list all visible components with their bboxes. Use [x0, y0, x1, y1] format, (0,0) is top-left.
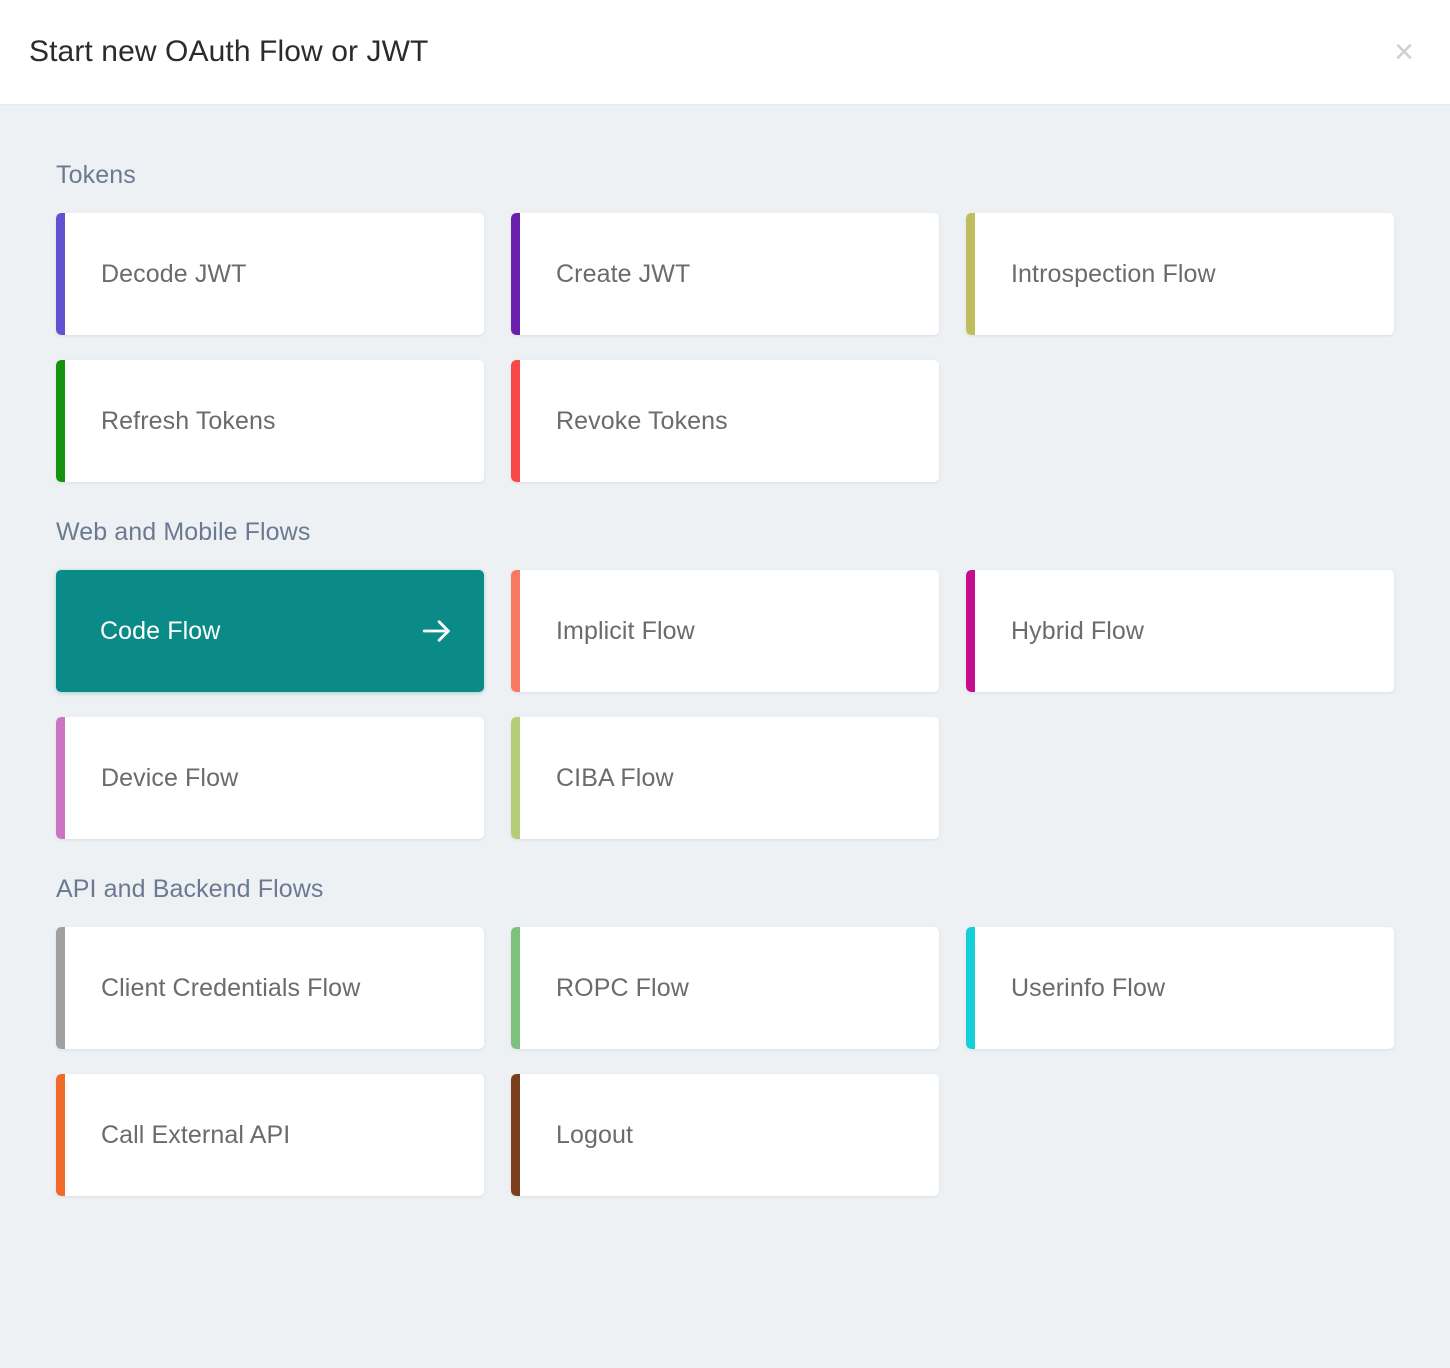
flow-card-label: Call External API — [101, 1121, 290, 1150]
flow-accent-bar — [511, 717, 520, 839]
flow-section: Tokens Decode JWT Create JWT Introspection … — [56, 161, 1396, 482]
flow-card-label: Implicit Flow — [556, 617, 695, 646]
flow-card-client-credentials-flow[interactable]: Client Credentials Flow — [56, 927, 484, 1049]
flow-accent-bar — [56, 360, 65, 482]
flow-accent-bar — [511, 213, 520, 335]
flow-section: API and Backend Flows Client Credentials … — [56, 875, 1396, 1196]
close-icon[interactable]: × — [1382, 30, 1426, 74]
flow-card-code-flow[interactable]: Code Flow — [56, 570, 484, 692]
flow-card-label: Decode JWT — [101, 260, 246, 289]
flow-card-introspection-flow[interactable]: Introspection Flow — [966, 213, 1394, 335]
modal-header: Start new OAuth Flow or JWT × — [0, 0, 1450, 105]
flow-card-grid: Client Credentials Flow ROPC Flow Userinfo… — [56, 927, 1396, 1196]
page-title: Start new OAuth Flow or JWT — [29, 35, 428, 69]
flow-card-label: Logout — [556, 1121, 633, 1150]
flow-card-logout[interactable]: Logout — [511, 1074, 939, 1196]
flow-card-label: ROPC Flow — [556, 974, 689, 1003]
flow-card-create-jwt[interactable]: Create JWT — [511, 213, 939, 335]
flow-card-implicit-flow[interactable]: Implicit Flow — [511, 570, 939, 692]
section-title: Web and Mobile Flows — [56, 518, 1396, 547]
flow-card-decode-jwt[interactable]: Decode JWT — [56, 213, 484, 335]
flow-accent-bar — [56, 927, 65, 1049]
flow-card-label: Client Credentials Flow — [101, 974, 360, 1003]
flow-card-call-external-api[interactable]: Call External API — [56, 1074, 484, 1196]
flow-card-label: Code Flow — [100, 617, 220, 646]
flow-section: Web and Mobile Flows Code Flow Implicit Fl… — [56, 518, 1396, 839]
flow-card-grid: Code Flow Implicit Flow Hybrid Flow Device … — [56, 570, 1396, 839]
arrow-right-icon — [420, 614, 454, 648]
flow-accent-bar — [511, 927, 520, 1049]
flow-card-hybrid-flow[interactable]: Hybrid Flow — [966, 570, 1394, 692]
flow-card-label: Device Flow — [101, 764, 238, 793]
section-title: API and Backend Flows — [56, 875, 1396, 904]
flow-card-ciba-flow[interactable]: CIBA Flow — [511, 717, 939, 839]
flow-card-label: CIBA Flow — [556, 764, 674, 793]
flow-card-grid: Decode JWT Create JWT Introspection Flow Re… — [56, 213, 1396, 482]
flow-card-userinfo-flow[interactable]: Userinfo Flow — [966, 927, 1394, 1049]
flow-card-label: Refresh Tokens — [101, 407, 276, 436]
flow-accent-bar — [966, 927, 975, 1049]
flow-accent-bar — [511, 360, 520, 482]
flow-card-label: Hybrid Flow — [1011, 617, 1144, 646]
flow-card-label: Introspection Flow — [1011, 260, 1216, 289]
flow-card-label: Revoke Tokens — [556, 407, 728, 436]
flow-accent-bar — [966, 213, 975, 335]
flow-sections: Tokens Decode JWT Create JWT Introspection … — [56, 161, 1396, 1196]
section-title: Tokens — [56, 161, 1396, 190]
flow-card-revoke-tokens[interactable]: Revoke Tokens — [511, 360, 939, 482]
flow-selection-body: Tokens Decode JWT Create JWT Introspection … — [0, 105, 1450, 1368]
flow-card-ropc-flow[interactable]: ROPC Flow — [511, 927, 939, 1049]
flow-card-label: Create JWT — [556, 260, 690, 289]
flow-card-label: Userinfo Flow — [1011, 974, 1165, 1003]
flow-accent-bar — [56, 1074, 65, 1196]
flow-accent-bar — [511, 1074, 520, 1196]
flow-accent-bar — [56, 213, 65, 335]
flow-card-refresh-tokens[interactable]: Refresh Tokens — [56, 360, 484, 482]
flow-accent-bar — [966, 570, 975, 692]
flow-card-device-flow[interactable]: Device Flow — [56, 717, 484, 839]
flow-accent-bar — [56, 717, 65, 839]
flow-accent-bar — [511, 570, 520, 692]
